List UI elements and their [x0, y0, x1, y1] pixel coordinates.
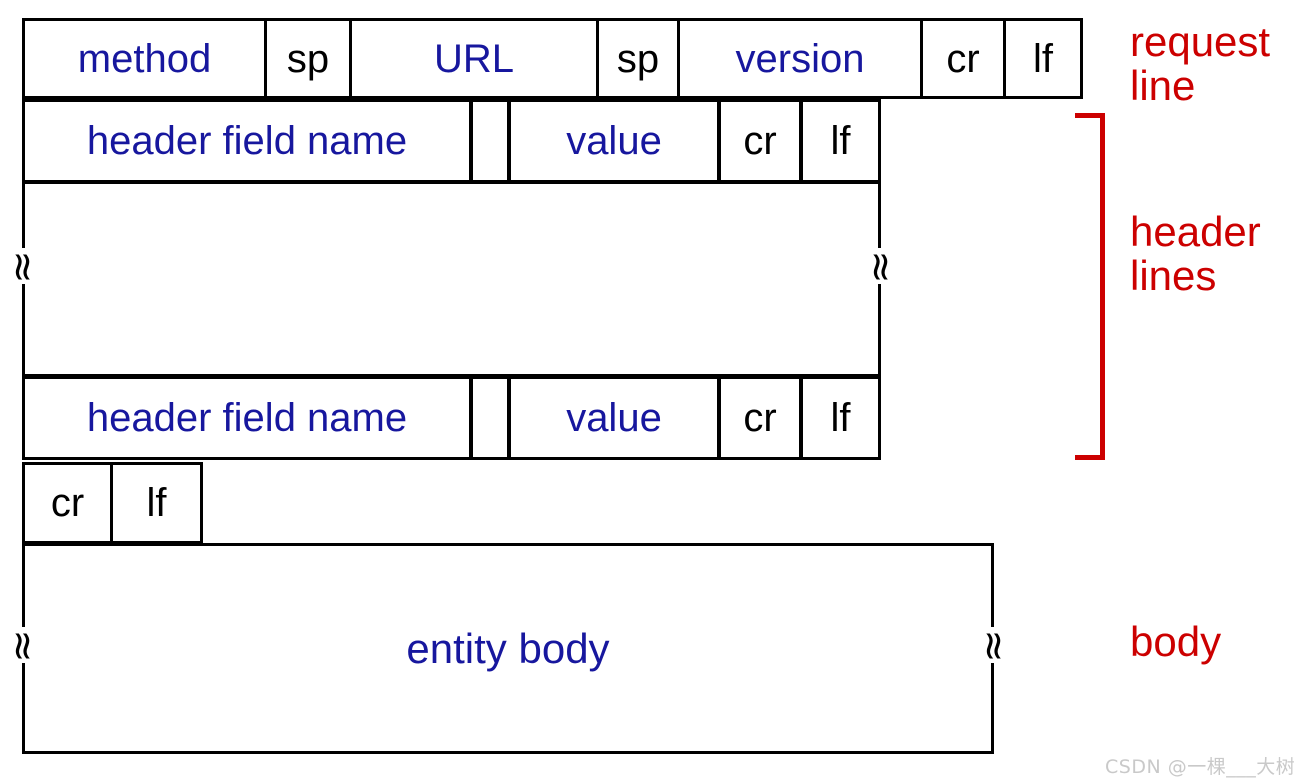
header-line-last-label-value: value: [566, 396, 662, 440]
request-line-cell-sp-1: sp: [264, 18, 352, 99]
request-line-label-lf: lf: [1033, 36, 1053, 81]
request-line-label-url: URL: [433, 36, 515, 81]
blank-line-label-lf: lf: [146, 481, 167, 525]
diagram-canvas: method sp URL sp version cr lf header fi…: [0, 0, 1300, 782]
header-line-first-cell-name: header field name: [22, 99, 472, 183]
header-line-first-cell-colon: [470, 99, 510, 183]
header-line-first-cell-cr: cr: [718, 99, 802, 183]
header-line-last-cell-cr: cr: [718, 376, 802, 460]
header-line-first-label-lf: lf: [830, 119, 851, 163]
annotation-header-lines: header lines: [1130, 208, 1261, 300]
request-line-cell-lf: lf: [1003, 18, 1083, 99]
header-line-first-label-value: value: [566, 119, 662, 163]
request-line-cell-method: method: [22, 18, 267, 99]
request-line-cell-version: version: [677, 18, 923, 99]
request-line-label-version: version: [735, 36, 865, 81]
request-line-label-sp-1: sp: [286, 36, 330, 81]
header-line-last-label-name: header field name: [86, 396, 408, 440]
request-line-cell-cr: cr: [920, 18, 1006, 99]
header-line-last-label-lf: lf: [830, 396, 851, 440]
request-line-label-cr: cr: [946, 36, 980, 81]
header-line-first-label-name: header field name: [86, 119, 408, 163]
header-lines-continuation-region: [22, 181, 881, 377]
annotation-request-line: request line: [1130, 18, 1271, 110]
request-line-label-sp-2: sp: [616, 36, 660, 81]
header-line-first-label-cr: cr: [743, 119, 777, 163]
continuation-tilde-right-headers: ≈: [858, 248, 904, 284]
header-line-first-cell-lf: lf: [800, 99, 881, 183]
blank-line-cell-cr: cr: [22, 462, 113, 544]
header-line-last-cell-name: header field name: [22, 376, 472, 460]
request-line-cell-sp-2: sp: [596, 18, 680, 99]
continuation-tilde-right-body: ≈: [971, 627, 1017, 663]
annotation-body: body: [1130, 618, 1222, 665]
watermark-text: CSDN @一棵___大树: [1105, 756, 1296, 778]
header-line-last-cell-value: value: [508, 376, 720, 460]
header-line-first-cell-value: value: [508, 99, 720, 183]
blank-line-label-cr: cr: [50, 481, 85, 525]
header-lines-bracket: [1075, 113, 1105, 460]
entity-body-label: entity body: [406, 624, 610, 672]
continuation-tilde-left-body: ≈: [0, 627, 46, 663]
header-line-last-cell-lf: lf: [800, 376, 881, 460]
continuation-tilde-left-headers: ≈: [0, 248, 46, 284]
header-line-last-cell-colon: [470, 376, 510, 460]
request-line-label-method: method: [77, 36, 212, 81]
entity-body-box: entity body: [22, 543, 994, 754]
blank-line-cell-lf: lf: [110, 462, 203, 544]
request-line-cell-url: URL: [349, 18, 599, 99]
header-line-last-label-cr: cr: [743, 396, 777, 440]
